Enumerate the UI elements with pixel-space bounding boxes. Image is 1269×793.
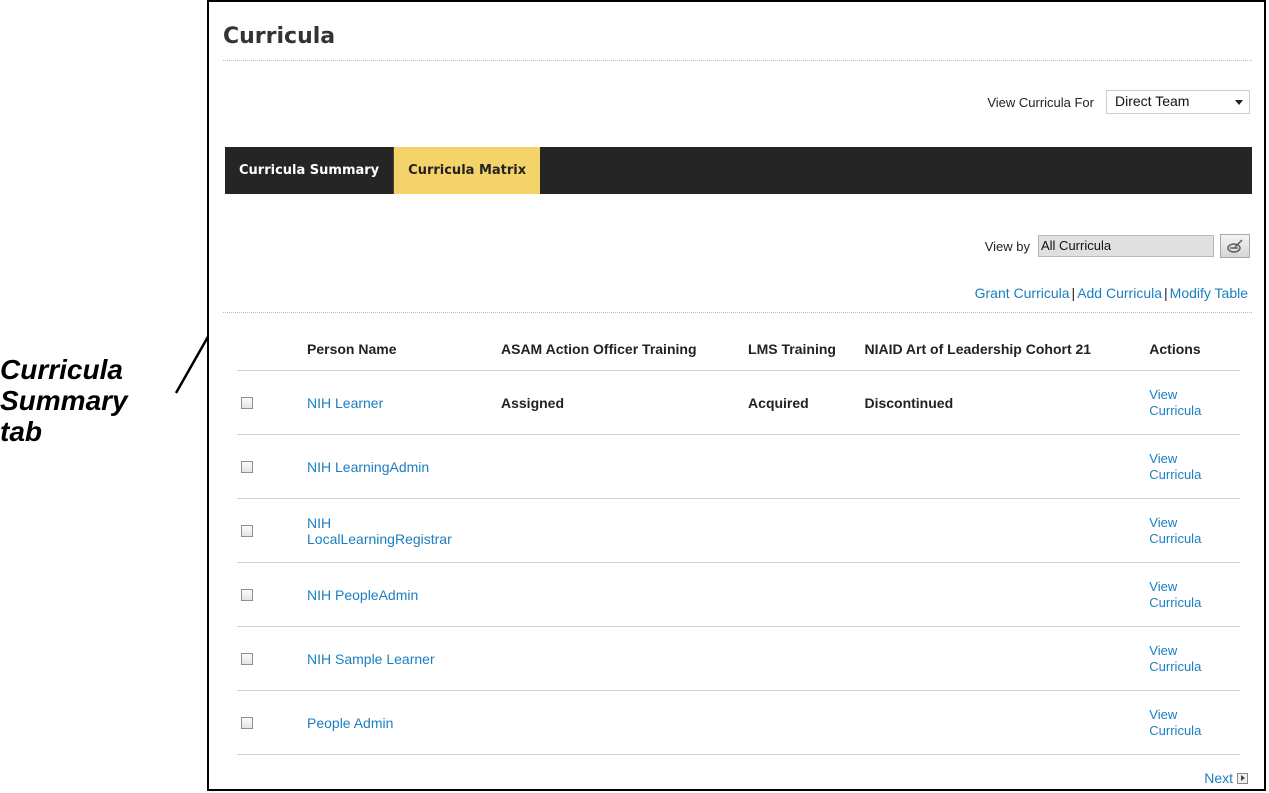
view-by-field[interactable]: All Curricula	[1038, 235, 1214, 257]
view-curricula-link[interactable]: View Curricula	[1149, 451, 1219, 483]
person-name-link[interactable]: NIH Learner	[307, 395, 383, 411]
person-name-link[interactable]: NIH Sample Learner	[307, 651, 435, 667]
status-cell	[744, 434, 861, 499]
table-row: People Admin View Curricula	[237, 690, 1240, 755]
column-header: Actions	[1145, 328, 1240, 371]
tab-curricula-matrix[interactable]: Curricula Matrix	[394, 147, 541, 194]
person-name-link[interactable]: People Admin	[307, 715, 393, 731]
pagination-next[interactable]: Next	[1204, 770, 1248, 786]
picker-button[interactable]	[1220, 234, 1250, 258]
view-for-selected-value: Direct Team	[1115, 93, 1190, 109]
status-cell: Assigned	[497, 370, 745, 435]
modify-table-link[interactable]: Modify Table	[1170, 285, 1248, 301]
view-for-label: View Curricula For	[987, 94, 1094, 110]
link-separator: |	[1071, 285, 1076, 301]
status-cell	[744, 562, 861, 627]
view-curricula-link[interactable]: View Curricula	[1149, 707, 1219, 739]
view-by-label: View by	[984, 238, 1030, 254]
curricula-table: Person Name ASAM Action Officer Training…	[237, 328, 1240, 755]
row-checkbox[interactable]	[241, 716, 253, 729]
column-header: NIAID Art of Leadership Cohort 21	[860, 328, 1146, 371]
status-cell	[860, 690, 1146, 755]
view-for-select[interactable]: Direct Team	[1106, 90, 1250, 114]
chevron-down-icon	[1235, 100, 1243, 105]
view-by: View by All Curricula	[985, 234, 1250, 258]
next-arrow-icon	[1237, 772, 1248, 784]
grant-curricula-link[interactable]: Grant Curricula	[975, 285, 1070, 301]
view-curricula-link[interactable]: View Curricula	[1149, 515, 1219, 547]
tab-curricula-summary[interactable]: Curricula Summary	[225, 147, 395, 194]
column-header: LMS Training	[744, 328, 861, 371]
status-cell: Discontinued	[860, 370, 1146, 435]
table-row: NIH LearningAdmin View Curricula	[237, 434, 1240, 499]
table-row: NIH LocalLearningRegistrar View Curricul…	[237, 498, 1240, 563]
table-row: NIH Learner Assigned Acquired Discontinu…	[237, 370, 1240, 435]
add-curricula-link[interactable]: Add Curricula	[1077, 285, 1162, 301]
link-separator: |	[1164, 285, 1168, 301]
row-checkbox[interactable]	[241, 396, 253, 409]
next-label: Next	[1204, 770, 1233, 786]
view-curricula-link[interactable]: View Curricula	[1149, 579, 1219, 611]
callout-line: tab	[0, 416, 42, 447]
column-header: ASAM Action Officer Training	[497, 328, 745, 371]
row-checkbox[interactable]	[241, 524, 253, 537]
view-curricula-link[interactable]: View Curricula	[1149, 643, 1219, 675]
table-row: NIH PeopleAdmin View Curricula	[237, 562, 1240, 627]
status-cell	[497, 434, 745, 499]
status-cell	[497, 562, 745, 627]
status-cell	[860, 562, 1146, 627]
person-name-link[interactable]: NIH PeopleAdmin	[307, 587, 418, 603]
table-row: NIH Sample Learner View Curricula	[237, 626, 1240, 691]
status-cell	[497, 498, 745, 563]
table-header-row: Person Name ASAM Action Officer Training…	[237, 328, 1240, 371]
row-checkbox[interactable]	[241, 588, 253, 601]
tab-bar: Curricula Summary Curricula Matrix	[225, 147, 1252, 194]
row-checkbox[interactable]	[241, 460, 253, 473]
status-cell	[497, 690, 745, 755]
person-name-link[interactable]: NIH LearningAdmin	[307, 459, 429, 475]
status-cell	[860, 498, 1146, 563]
status-cell	[860, 626, 1146, 691]
row-checkbox[interactable]	[241, 652, 253, 665]
select-column-header	[237, 328, 303, 371]
application-frame: Curricula View Curricula For Direct Team…	[207, 0, 1266, 791]
status-cell	[744, 498, 861, 563]
column-header: Person Name	[303, 328, 497, 371]
status-cell	[860, 434, 1146, 499]
view-curricula-link[interactable]: View Curricula	[1149, 387, 1219, 419]
person-name-link[interactable]: NIH LocalLearningRegistrar	[307, 515, 457, 547]
status-cell	[497, 626, 745, 691]
table-action-links: Grant Curricula | Add Curricula | Modify Tab…	[975, 285, 1248, 301]
page-title: Curricula	[223, 24, 336, 49]
status-cell	[744, 690, 861, 755]
links-divider	[223, 312, 1252, 313]
picker-icon	[1227, 239, 1243, 253]
title-divider	[223, 60, 1252, 61]
status-cell	[744, 626, 861, 691]
status-cell: Acquired	[744, 370, 861, 435]
view-curricula-for: View Curricula For Direct Team	[987, 90, 1250, 114]
